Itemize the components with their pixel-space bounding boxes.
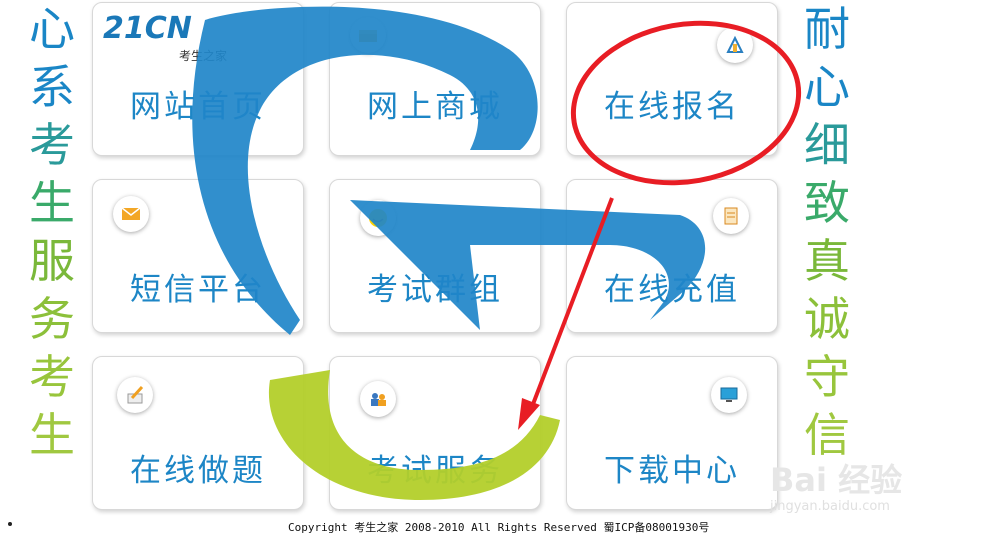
tile-download-center[interactable]: 下载中心 [566,356,778,510]
tile-label: 在线充值 [604,272,740,308]
slogan-char: 系 [29,60,75,114]
envelope-icon [113,196,149,232]
tile-online-recharge[interactable]: 在线充值 [566,179,778,333]
slogan-char: 耐 [804,2,850,56]
tile-label: 短信平台 [130,272,266,308]
slogan-char: 生 [29,176,75,230]
baidu-watermark: Bai 经验 jingyan.baidu.com [762,455,962,525]
monitor-icon [711,377,747,413]
slogan-char: 诚 [804,292,850,346]
tile-mall[interactable]: 网上商城 [329,2,541,156]
logo-subtitle: 考生之家 [179,49,228,63]
tile-exam-services[interactable]: 考试服务 [329,356,541,510]
tile-label: 下载中心 [604,453,740,489]
slogan-char: 生 [29,408,75,462]
tile-label: 网站首页 [130,89,266,125]
left-slogan: 心 系 考 生 服 务 考 生 [22,0,82,464]
slogan-char: 务 [29,292,75,346]
tile-label: 在线做题 [130,453,266,489]
card-icon [713,198,749,234]
logo-text: 21CN [103,11,192,46]
slogan-char: 考 [29,350,75,404]
people-icon [360,381,396,417]
slogan-char: 服 [29,234,75,288]
slogan-char: 考 [29,118,75,172]
watermark-url: jingyan.baidu.com [770,499,890,514]
box-icon [350,17,386,53]
right-slogan: 耐 心 细 致 真 诚 守 信 [797,0,857,464]
bullet-dot [8,522,12,526]
slogan-char: 守 [804,350,850,404]
footer-copyright: Copyright 考生之家 2008-2010 All Rights Rese… [288,521,710,534]
slogan-char: 致 [804,176,850,230]
logo-21cn: 21CN 考生之家 [103,11,227,63]
slogan-char: 心 [29,2,75,56]
slogan-char: 真 [804,234,850,288]
paper-pen-icon [117,377,153,413]
tile-label: 网上商城 [367,89,503,125]
tile-label: 考试服务 [367,453,503,489]
tile-home[interactable]: 21CN 考生之家 网站首页 [92,2,304,156]
smile-icon [360,200,396,236]
watermark-brand: Bai 经验 [770,461,903,499]
tile-exam-groups[interactable]: 考试群组 [329,179,541,333]
tile-online-practice[interactable]: 在线做题 [92,356,304,510]
tile-sms-platform[interactable]: 短信平台 [92,179,304,333]
tile-label: 考试群组 [367,272,503,308]
slogan-char: 细 [804,118,850,172]
slogan-char: 心 [804,60,850,114]
